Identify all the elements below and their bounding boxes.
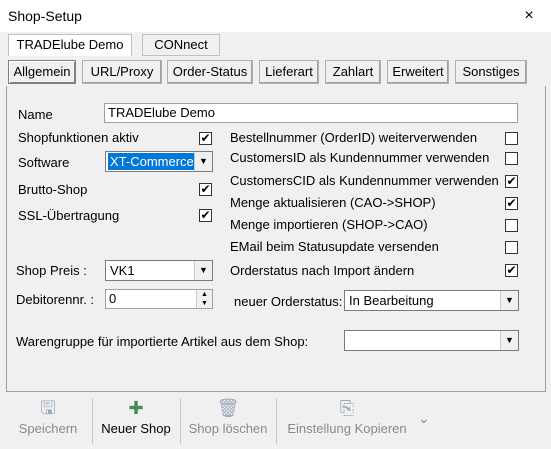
neuer-status-label: neuer Orderstatus: [234,294,343,309]
name-label: Name [18,107,53,122]
window-title: Shop-Setup [8,8,82,24]
tab-erweitert[interactable]: Erweitert [387,60,449,84]
option-checkbox[interactable] [505,132,518,145]
option-label: CustomersCID als Kundennummer verwenden [230,173,499,188]
delete-shop-button[interactable]: 🗑 Shop löschen [183,395,273,445]
tab-label: Lieferart [265,64,313,79]
toolbar-divider [180,398,181,444]
trash-icon: 🗑 [216,398,240,418]
tab-label: Sonstiges [462,64,520,79]
ssl-label: SSL-Übertragung [18,208,120,223]
shop-preis-value: VK1 [110,263,135,278]
shop-preis-label: Shop Preis : [16,263,87,278]
chevron-down-icon: ▼ [500,291,518,310]
tab-label: Zahlart [332,64,374,79]
name-field[interactable]: TRADElube Demo [104,103,518,123]
chevron-down-icon: ▼ [500,331,518,350]
tab-label: URL/Proxy [90,64,154,79]
chevron-down-icon[interactable]: ⌄ [418,410,430,427]
option-checkbox[interactable]: ✔ [505,197,518,210]
chevron-down-icon: ▼ [194,152,212,171]
warengruppe-label: Warengruppe für importierte Artikel aus … [16,334,309,349]
option-checkbox[interactable] [505,219,518,232]
option-label: Orderstatus nach Import ändern [230,263,415,278]
save-icon: 🖫 [40,398,56,418]
new-shop-button[interactable]: ✚ Neuer Shop [96,395,176,445]
toolbar-divider [92,398,93,444]
spin-buttons[interactable]: ▲ ▼ [196,290,212,308]
shopfunktionen-checkbox[interactable]: ✔ [199,132,212,145]
debitor-value: 0 [109,291,117,306]
brutto-checkbox[interactable]: ✔ [199,183,212,196]
shopfunktionen-label: Shopfunktionen aktiv [18,130,139,145]
option-checkbox[interactable] [505,241,518,254]
spin-up-icon[interactable]: ▲ [197,290,212,299]
tab-label: CONnect [154,37,208,52]
option-checkbox[interactable]: ✔ [505,264,518,277]
brutto-label: Brutto-Shop [18,182,88,197]
copy-icon: ⎘ [339,398,355,418]
tab-allgemein[interactable]: Allgemein [8,60,76,84]
tab-sonstiges[interactable]: Sonstiges [455,60,527,84]
software-select[interactable]: XT-Commerce ▼ [105,151,213,172]
option-label: Menge importieren (SHOP->CAO) [230,217,428,232]
spin-down-icon[interactable]: ▼ [197,299,212,308]
software-label: Software [18,155,70,170]
option-label: Bestellnummer (OrderID) weiterverwenden [230,130,478,145]
option-label: Menge aktualisieren (CAO->SHOP) [230,195,436,210]
option-label: CustomersID als Kundennummer verwenden [230,150,490,165]
neuer-status-select[interactable]: In Bearbeitung ▼ [344,290,519,311]
toolbar-divider [276,398,277,444]
tab-label: Erweitert [392,64,444,79]
toolbar-label: Speichern [18,421,78,436]
save-button[interactable]: 🖫 Speichern [8,395,88,445]
plus-icon: ✚ [128,398,144,418]
tab-url-proxy[interactable]: URL/Proxy [82,60,162,84]
title-bar [0,0,551,32]
tab-lieferart[interactable]: Lieferart [259,60,319,84]
neuer-status-value: In Bearbeitung [349,293,434,308]
tab-label: TRADElube Demo [16,37,124,52]
software-value: XT-Commerce [108,153,196,170]
warengruppe-select[interactable]: ▼ [344,330,519,351]
option-checkbox[interactable] [505,152,518,165]
toolbar-label: Einstellung Kopieren [287,421,407,436]
ssl-checkbox[interactable]: ✔ [199,209,212,222]
tab-tradelube-demo[interactable]: TRADElube Demo [8,34,132,56]
tab-zahlart[interactable]: Zahlart [325,60,381,84]
shop-preis-select[interactable]: VK1 ▼ [105,260,213,281]
toolbar-label: Shop löschen [188,421,268,436]
tab-label: Order-Status [172,64,248,79]
toolbar-label: Neuer Shop [101,421,171,436]
tab-order-status[interactable]: Order-Status [167,60,253,84]
copy-settings-button[interactable]: ⎘ Einstellung Kopieren [280,395,414,445]
option-checkbox[interactable]: ✔ [505,175,518,188]
debitor-stepper[interactable]: 0 ▲ ▼ [105,289,213,309]
close-icon[interactable]: × [518,5,540,27]
option-label: EMail beim Statusupdate versenden [230,239,439,254]
chevron-down-icon: ▼ [194,261,212,280]
tab-connect[interactable]: CONnect [142,34,220,56]
tab-label: Allgemein [13,64,71,79]
debitor-label: Debitorennr. : [16,292,95,307]
